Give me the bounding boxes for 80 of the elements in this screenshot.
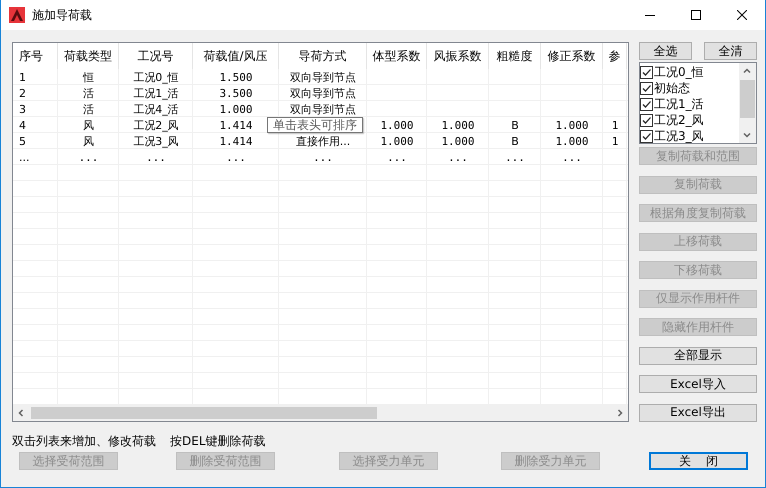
load-table[interactable] xyxy=(12,42,629,422)
checkbox[interactable] xyxy=(640,82,653,94)
column-header[interactable]: 风振系数 xyxy=(427,43,489,69)
column-header[interactable]: 参 xyxy=(603,43,627,69)
table-cell-text: 1.414 xyxy=(218,118,254,133)
table-cell-text: 1.000 xyxy=(379,134,415,149)
table-cell-text: ... xyxy=(561,150,583,165)
load-case-list[interactable]: 工况0_恒 初始态 工况1_活 工况2_风 工况3_风 xyxy=(639,62,757,144)
checkbox[interactable] xyxy=(640,114,653,126)
checkbox[interactable] xyxy=(640,66,653,78)
close-icon[interactable] xyxy=(737,10,747,20)
table-cell-text: 1.000 xyxy=(379,118,415,133)
load-case-label[interactable]: 工况0_恒 xyxy=(654,64,704,80)
table-cell-text: 5 xyxy=(18,134,27,149)
table-cell-text: 工况3_风 xyxy=(132,134,180,149)
load-case-label[interactable]: 工况3_风 xyxy=(654,128,704,143)
table-cell-text: B xyxy=(510,118,520,133)
table-cell-text: 风 xyxy=(82,118,95,133)
column-header[interactable]: 粗糙度 xyxy=(489,43,541,69)
table-cell-text: 1.500 xyxy=(218,70,254,85)
table-cell-text: 双向导到节点 xyxy=(289,70,357,85)
column-header[interactable]: 荷载类型 xyxy=(58,43,119,69)
load-case-label[interactable]: 初始态 xyxy=(654,80,690,96)
table-cell-text: 1 xyxy=(18,70,27,85)
column-header[interactable]: 工况号 xyxy=(119,43,193,69)
column-header[interactable]: 修正系数 xyxy=(541,43,603,69)
hint-text: 按DEL键删除荷载 xyxy=(170,433,266,448)
table-cell-text: 工况2_风 xyxy=(132,118,180,133)
table-cell-text: 工况4_活 xyxy=(132,102,180,117)
table-cell-text: 1.000 xyxy=(218,102,254,117)
table-cell-text: ... xyxy=(18,150,30,165)
column-header[interactable]: 荷载值/风压 xyxy=(193,43,279,69)
table-cell-text: ... xyxy=(145,150,167,165)
table-cell-text: ... xyxy=(312,150,334,165)
table-cell-text: 双向导到节点 xyxy=(289,102,357,117)
table-cell-text: 1 xyxy=(610,118,620,133)
table-cell-text: 直接作用... xyxy=(294,134,352,149)
load-case-label[interactable]: 工况2_风 xyxy=(654,112,704,128)
table-cell-text: 3.500 xyxy=(218,86,254,101)
column-header[interactable]: 导荷方式 xyxy=(279,43,367,69)
table-cell-text: 恒 xyxy=(82,70,95,85)
table-cell-text: 1.000 xyxy=(440,134,476,149)
scrollbar-thumb[interactable] xyxy=(31,407,377,419)
table-cell-text: 风 xyxy=(82,134,95,149)
table-cell-text: 双向导到节点 xyxy=(289,86,357,101)
action-button[interactable]: 关 闭 xyxy=(649,452,748,470)
table-cell-text: ... xyxy=(225,150,247,165)
table-cell-text: 工况1_活 xyxy=(132,86,180,101)
checkbox[interactable] xyxy=(640,130,653,142)
table-cell-text: ... xyxy=(78,150,100,165)
window-title: 施加导荷载 xyxy=(32,6,93,24)
table-cell-text: 1.000 xyxy=(554,118,590,133)
table-cell-text: 1 xyxy=(610,134,620,149)
table-cell-text: 活 xyxy=(82,86,95,101)
checkbox[interactable] xyxy=(640,98,653,110)
select-button[interactable]: 全清 xyxy=(704,42,757,60)
table-cell-text: 2 xyxy=(18,86,27,101)
maximize-icon[interactable] xyxy=(691,10,701,20)
column-header[interactable]: 体型系数 xyxy=(367,43,427,69)
table-cell-text: 活 xyxy=(82,102,95,117)
action-button[interactable]: Excel导入 xyxy=(639,375,757,393)
action-button[interactable]: 全部显示 xyxy=(639,346,757,364)
table-cell-text: ... xyxy=(447,150,469,165)
table-cell-text: ... xyxy=(504,150,526,165)
table-cell-text: 1.000 xyxy=(440,118,476,133)
table-cell-text: 4 xyxy=(18,118,27,133)
scrollbar-thumb[interactable] xyxy=(740,80,755,118)
column-header[interactable]: 序号 xyxy=(13,43,58,69)
load-case-label[interactable]: 工况1_活 xyxy=(654,96,704,112)
table-cell-text: 工况0_恒 xyxy=(132,70,180,85)
action-button[interactable]: Excel导出 xyxy=(639,404,757,422)
select-button[interactable]: 全选 xyxy=(639,42,692,60)
table-cell-text: 1.414 xyxy=(218,134,254,149)
app-logo-icon xyxy=(9,7,25,23)
table-cell-text: 3 xyxy=(18,102,27,117)
tooltip: 单击表头可排序 xyxy=(267,117,363,133)
table-cell-text: 1.000 xyxy=(554,134,590,149)
hint-text: 双击列表来增加、修改荷载 xyxy=(12,433,156,448)
table-cell-text: ... xyxy=(386,150,408,165)
table-cell-text: B xyxy=(510,134,520,149)
